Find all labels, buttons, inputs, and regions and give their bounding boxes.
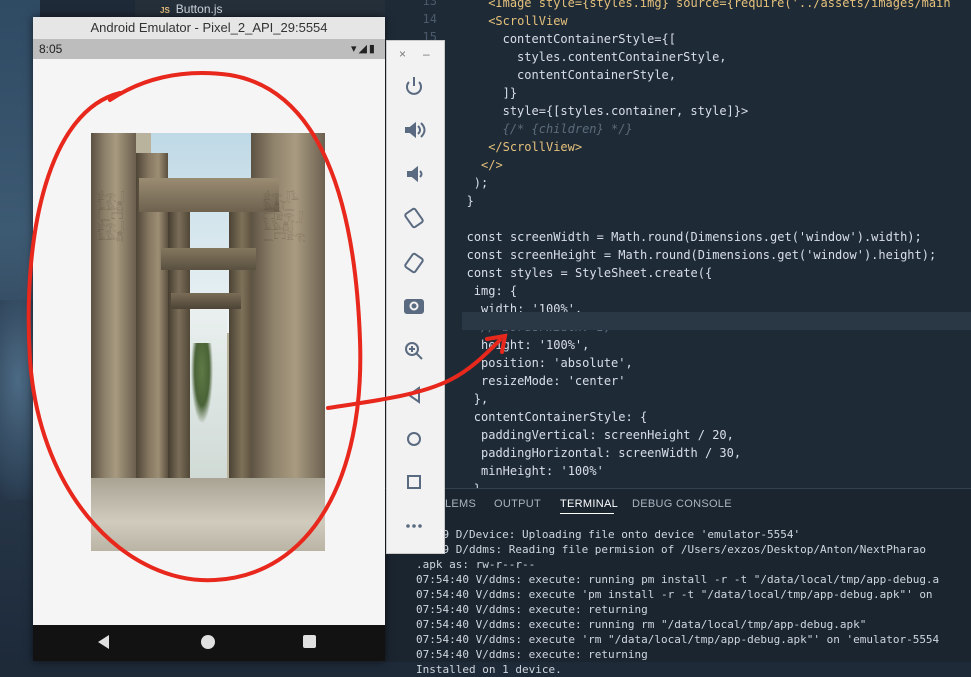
back-icon[interactable] xyxy=(407,386,420,404)
more-icon[interactable] xyxy=(406,524,422,528)
rotate-right-icon[interactable] xyxy=(404,252,424,274)
volume-up-icon[interactable] xyxy=(405,121,426,139)
home-icon[interactable] xyxy=(407,432,421,446)
toolbar-icons xyxy=(404,77,426,528)
volume-down-icon[interactable] xyxy=(407,165,423,183)
terminal-line: Installed on 1 device. xyxy=(416,663,562,676)
camera-icon[interactable] xyxy=(404,299,424,314)
power-icon[interactable] xyxy=(406,77,422,95)
rotate-left-icon[interactable] xyxy=(404,207,424,229)
overview-icon[interactable] xyxy=(407,475,421,489)
zoom-icon[interactable] xyxy=(405,342,423,360)
